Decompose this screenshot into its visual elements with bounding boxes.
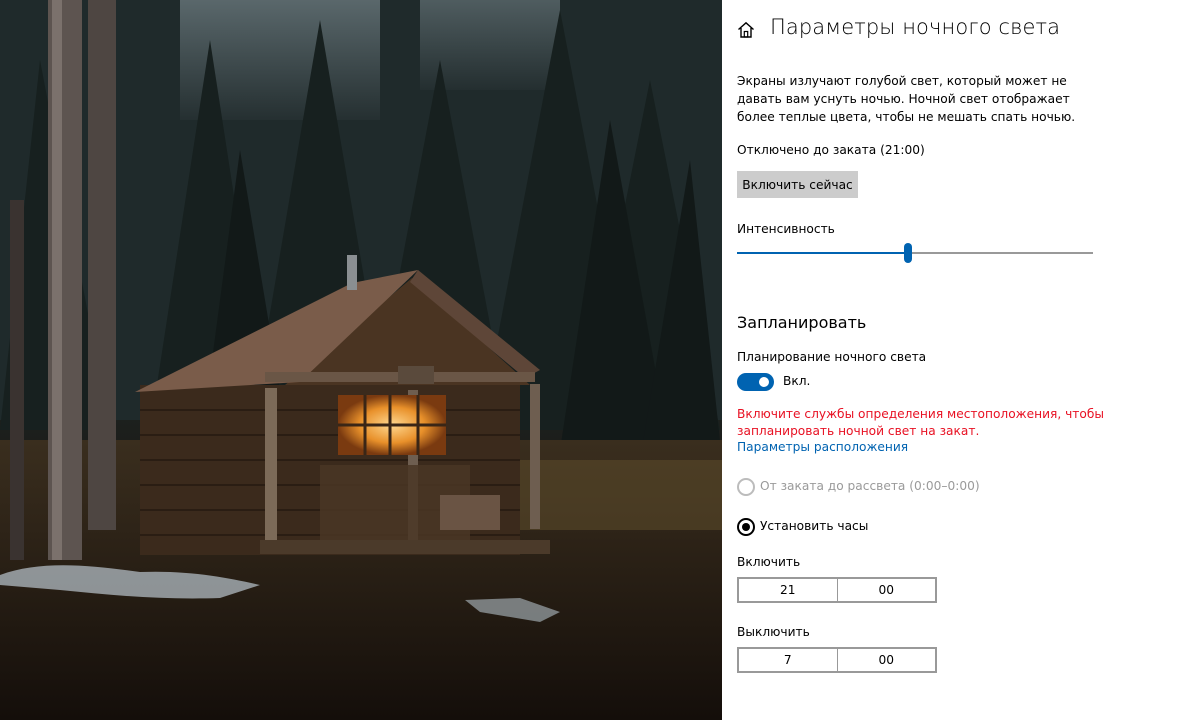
home-icon[interactable] [736,20,756,40]
turn-off-label: Выключить [737,625,810,639]
slider-thumb[interactable] [903,243,912,263]
schedule-toggle[interactable] [737,373,774,391]
intensity-slider[interactable] [737,243,1093,263]
turn-off-minute[interactable]: 00 [836,649,936,671]
cabin-illustration [0,0,722,720]
radio-sunset-to-sunrise[interactable] [737,478,755,496]
turn-on-minute[interactable]: 00 [836,579,936,601]
radio-set-hours[interactable] [737,518,755,536]
schedule-heading: Запланировать [737,313,867,332]
location-warning: Включите службы определения местоположен… [737,407,1104,438]
turn-on-hour[interactable]: 21 [739,579,837,601]
radio-sunset-label: От заката до рассвета (0:00–0:00) [760,479,980,493]
location-settings-link[interactable]: Параметры расположения [737,440,908,454]
description-text: Экраны излучают голубой свет, который мо… [737,74,1076,124]
schedule-label: Планирование ночного света [737,350,927,364]
page-title: Параметры ночного света [770,15,1061,39]
status-text: Отключено до заката (21:00) [737,143,925,157]
turn-off-time-picker[interactable]: 7 00 [737,647,937,673]
intensity-label: Интенсивность [737,222,835,236]
toggle-state-label: Вкл. [783,374,811,388]
toggle-knob [759,377,769,387]
radio-selected-dot [742,523,750,531]
turn-on-label: Включить [737,555,801,569]
radio-set-hours-label: Установить часы [760,519,869,533]
cabin-photo [0,0,722,720]
turn-on-time-picker[interactable]: 21 00 [737,577,937,603]
enable-now-button[interactable]: Включить сейчас [737,171,858,198]
turn-off-hour[interactable]: 7 [739,649,837,671]
night-light-settings-panel: Параметры ночного света Экраны излучают … [722,0,1200,720]
slider-fill [737,252,908,254]
